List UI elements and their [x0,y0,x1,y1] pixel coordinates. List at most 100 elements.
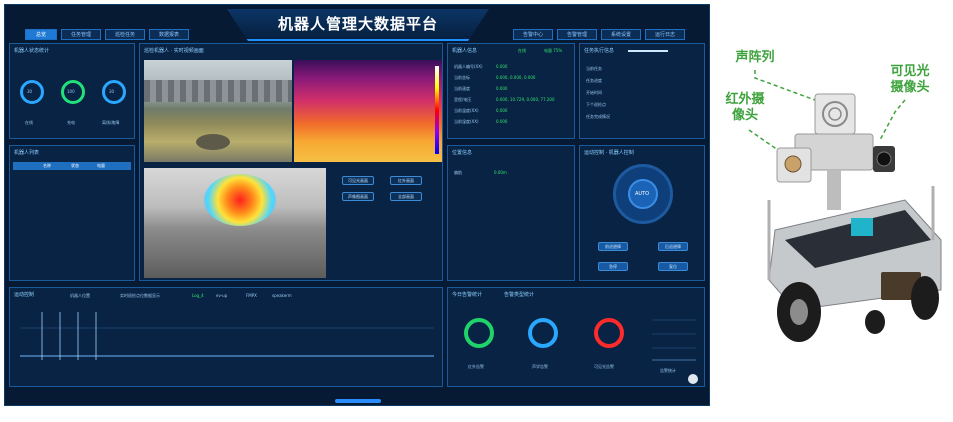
visible-alarm-ring [594,318,624,348]
tab-settings[interactable]: 系统设置 [601,29,641,40]
charging-value: 100 [67,89,75,94]
curve-panel: 运动控制 机器人位置 实时巡检点位数据显示 Log_4 ev-up FMPX s… [9,287,443,387]
info-key: 里程/电压 [454,97,472,102]
acoustic-alarm-ring [528,318,558,348]
progress-bar [628,50,668,52]
mast [827,170,841,210]
col-status: 状态 [71,163,79,168]
pose-panel: 位置信息 偏航 0.00m [447,145,575,281]
drain [196,134,230,150]
visible-alarm-label: 可见光告警 [594,364,614,369]
control-panel: 运动控制 · 机器人控制 AUTO 前进避障 后退避障 急停 复位 [579,145,705,281]
curve-tag: Log_4 [192,293,204,298]
panel-title: 机器人信息 [452,48,478,54]
page-title: 机器人管理大数据平台 [277,15,438,33]
right-wheel [911,276,939,320]
assistant-icon[interactable] [688,374,698,384]
robot-drawing [767,93,942,342]
panel-title: 位置信息 [452,150,473,156]
dashboard-screen: 机器人管理大数据平台 总览 任务管理 巡检任务 数据报表 告警中心 告警管理 系… [4,4,710,406]
tab-reports[interactable]: 数据报表 [149,29,189,40]
visible-camera-feed[interactable] [144,60,292,162]
robot-list-panel: 机器人列表 名称 状态 电量 [9,145,135,281]
alarm-chart-label: 告警统计 [660,368,676,373]
panel-title: 机器人列表 [14,150,40,156]
info-key: 当前温度(XX) [454,108,479,113]
panel-title: 任务执行信息 [584,48,615,54]
sound-heatmap [204,174,276,226]
pose-key: 偏航 [454,170,462,175]
curve-tag: 实时巡检点位数据显示 [120,293,160,298]
lidar [851,218,873,236]
acoustic-view-button[interactable]: 声像图画面 [342,192,374,201]
info-key: 当前坐标 [454,75,470,80]
robot-illustration: 声阵列 可见光 摄像头 红外摄 像头 [715,0,953,422]
robot-info-panel: 机器人信息 在线 电量 75% 机器人编号(XX) 0.000 当前坐标 0.0… [447,43,575,139]
info-value: 0.000 [496,64,508,69]
table-header: 名称 状态 电量 [13,162,131,170]
rear-wheel [865,310,885,334]
info-value: 0.000 [496,86,508,91]
info-value: 0.000, 0.000, 0.000 [496,75,536,80]
info-value: 0.000, 10.729, 0.000, 77.200 [496,97,555,102]
info-key: 机器人编号(XX) [454,64,483,69]
forward-button[interactable]: 前进避障 [598,242,628,251]
panel-title: 机器人状态统计 [14,48,50,54]
panel-title: 运动控制 [14,292,35,298]
panel-title: 今日告警统计 [452,292,483,298]
acoustic-array [814,93,856,135]
infrared-alarm-ring [464,318,494,348]
panel-title: 运动控制 · 机器人控制 [584,150,634,156]
task-item: 开始时间 [586,90,602,95]
visible-view-button[interactable]: 可见光画面 [342,176,374,185]
info-key: 当前速度 [454,86,470,91]
online-label: 在线 [25,120,33,125]
curve-tag: FMPX [246,293,257,298]
tab-alarm-center[interactable]: 告警中心 [513,29,553,40]
info-value: 0.000 [496,108,508,113]
infrared-camera-feed[interactable] [294,60,442,162]
backward-button[interactable]: 后退避障 [658,242,688,251]
task-info-panel: 任务执行信息 当前任务 任务进度 开始时间 下个巡检点 任务完成情况 [579,43,705,139]
infrared-alarm-label: 红外告警 [468,364,484,369]
offline-label: 离线/故障 [102,120,120,125]
info-key: 当前湿度(XX) [454,119,479,124]
ir-scale [435,66,439,154]
online-value: 30 [27,89,33,94]
all-views-button[interactable]: 全部画面 [390,192,422,201]
col-name: 名称 [43,163,51,168]
curve-tag: 机器人位置 [70,293,90,298]
auto-label: AUTO [635,191,650,197]
offline-value: 30 [109,89,115,94]
pose-value: 0.00m [494,170,507,175]
infrared-view-button[interactable]: 红外画面 [390,176,422,185]
panel-subtitle: 告警类型统计 [504,292,535,298]
charging-label: 充电 [67,120,75,125]
curve-tag: speakerm [272,293,292,298]
reset-button[interactable]: 复位 [658,262,688,271]
tab-alarm-manage[interactable]: 告警管理 [557,29,597,40]
task-item: 当前任务 [586,66,602,71]
online-badge: 在线 [518,48,526,53]
tab-tasks[interactable]: 任务管理 [61,29,101,40]
bottom-indicator [335,399,381,403]
task-item: 任务进度 [586,78,602,83]
robot-status-panel: 机器人状态统计 30 100 30 在线 充电 离线/故障 [9,43,135,139]
battery-badge: 电量 75% [544,48,563,53]
curve-tag: ev-up [216,293,228,298]
col-battery: 电量 [97,163,105,168]
info-value: 0.000 [496,119,508,124]
pipes [144,80,292,102]
task-item: 任务完成情况 [586,114,610,119]
stop-button[interactable]: 急停 [598,262,628,271]
acoustic-alarm-label: 声学告警 [532,364,548,369]
video-panel: 巡检机器人 · 实时视频画面 可见光画面 红外画面 声像图画面 全部画面 [139,43,443,281]
tab-overview[interactable]: 总览 [25,29,57,40]
alarm-bar-chart [652,319,696,361]
title-bar: 机器人管理大数据平台 [227,9,489,41]
curve-plot [20,312,434,360]
tab-logs[interactable]: 运行日志 [645,29,685,40]
task-item: 下个巡检点 [586,102,606,107]
tab-inspection[interactable]: 巡检任务 [105,29,145,40]
acoustic-camera-feed[interactable] [144,168,326,278]
